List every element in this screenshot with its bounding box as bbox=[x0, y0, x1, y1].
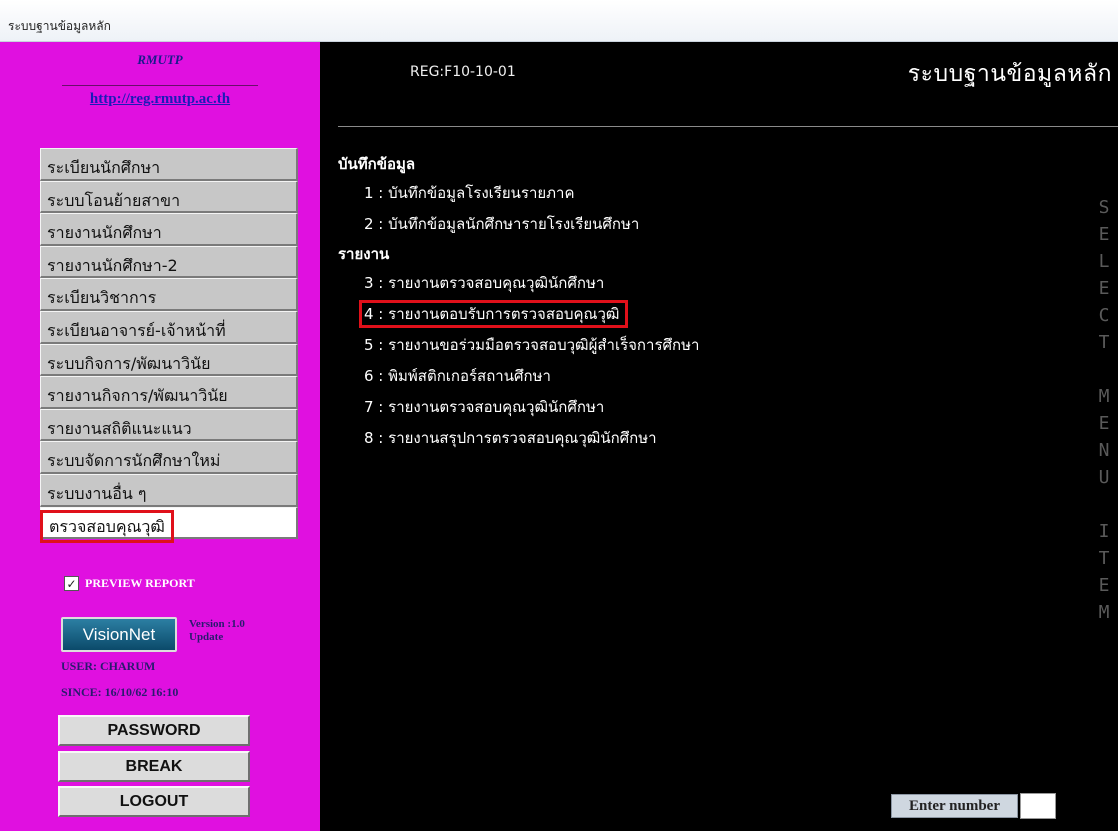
menu-option[interactable]: 5 : รายงานขอร่วมมือตรวจสอบวุฒิผู้สำเร็จก… bbox=[338, 330, 1058, 361]
sidebar-menu-item[interactable]: ระเบียนนักศึกษา bbox=[40, 148, 298, 181]
sidebar-menu-item[interactable]: ระเบียนอาจารย์-เจ้าหน้าที่ bbox=[40, 310, 298, 344]
select-menu-letter: E bbox=[1098, 413, 1110, 434]
section-heading: รายงาน bbox=[338, 245, 390, 263]
sidebar-menu-item[interactable]: รายงานสถิติแนะแนว bbox=[40, 408, 298, 442]
menu-option[interactable]: 8 : รายงานสรุปการตรวจสอบคุณวุฒินักศึกษา bbox=[338, 423, 1058, 454]
menu-option[interactable]: 1 : บันทึกข้อมูลโรงเรียนรายภาค bbox=[338, 178, 1058, 209]
select-menu-letter: T bbox=[1098, 548, 1110, 569]
enter-number-label: Enter number bbox=[891, 794, 1018, 818]
sidebar-menu: ระเบียนนักศึกษาระบบโอนย้ายสาขารายงานนักศ… bbox=[40, 148, 298, 543]
preview-report-option[interactable]: ✓ PREVIEW REPORT bbox=[64, 576, 195, 591]
menu-option-label: 7 : รายงานตรวจสอบคุณวุฒินักศึกษา bbox=[364, 398, 605, 416]
since-label: SINCE: 16/10/62 16:10 bbox=[61, 685, 179, 699]
sidebar-menu-item[interactable]: ตรวจสอบคุณวุฒิ bbox=[40, 506, 298, 543]
sidebar-menu-item[interactable]: รายงานกิจการ/พัฒนาวินัย bbox=[40, 376, 298, 409]
sidebar-menu-item[interactable]: ระบบกิจการ/พัฒนาวินัย bbox=[40, 343, 298, 377]
header-divider bbox=[338, 126, 1118, 127]
window-titlebar: ระบบฐานข้อมูลหลัก bbox=[0, 0, 1118, 42]
brand-divider bbox=[62, 85, 258, 86]
select-menu-letter: M bbox=[1098, 602, 1110, 623]
sidebar-menu-item-label: รายงานนักศึกษา-2 bbox=[47, 255, 178, 275]
menu-option[interactable]: 2 : บันทึกข้อมูลนักศึกษารายโรงเรียนศึกษา bbox=[338, 209, 1058, 240]
preview-report-checkbox[interactable]: ✓ bbox=[64, 576, 79, 591]
menu-option-label: 5 : รายงานขอร่วมมือตรวจสอบวุฒิผู้สำเร็จก… bbox=[364, 336, 700, 354]
sidebar-menu-item-label: รายงานนักศึกษา bbox=[47, 223, 162, 243]
page-title: ระบบฐานข้อมูลหลัก bbox=[907, 61, 1112, 87]
version-info: Version :1.0 Update bbox=[189, 618, 245, 644]
sidebar-menu-item[interactable]: ระบบงานอื่น ๆ bbox=[40, 473, 298, 507]
select-menu-letter: E bbox=[1098, 224, 1110, 245]
menu-option[interactable]: 4 : รายงานตอบรับการตรวจสอบคุณวุฒิ bbox=[338, 299, 1058, 330]
sidebar-menu-item[interactable]: ระบบจัดการนักศึกษาใหม่ bbox=[40, 441, 298, 474]
section-heading: บันทึกข้อมูล bbox=[338, 155, 416, 173]
select-menu-letter: S bbox=[1098, 197, 1110, 218]
select-menu-item-vertical-label: SELECTMENUITEM bbox=[1092, 194, 1116, 626]
password-button[interactable]: PASSWORD bbox=[58, 715, 250, 746]
menu-option-label: 6 : พิมพ์สติกเกอร์สถานศึกษา bbox=[364, 367, 551, 385]
brand-logo-text: RMUTP bbox=[137, 52, 183, 67]
form-code: REG:F10-10-01 bbox=[410, 64, 516, 80]
select-menu-letter: T bbox=[1098, 332, 1110, 353]
sidebar-menu-item-label: ระบบโอนย้ายสาขา bbox=[47, 190, 181, 210]
select-menu-letter: E bbox=[1098, 278, 1110, 299]
menu-option[interactable]: 7 : รายงานตรวจสอบคุณวุฒินักศึกษา bbox=[338, 392, 1058, 423]
sidebar-menu-item-label: ระบบงานอื่น ๆ bbox=[47, 483, 147, 503]
preview-report-label: PREVIEW REPORT bbox=[85, 576, 195, 590]
select-menu-letter: U bbox=[1098, 467, 1110, 488]
sidebar-menu-item-label: ระบบกิจการ/พัฒนาวินัย bbox=[47, 353, 211, 373]
sidebar-menu-item-label: ตรวจสอบคุณวุฒิ bbox=[40, 509, 174, 543]
version-label: Version :1.0 bbox=[189, 618, 245, 630]
main-panel: REG:F10-10-01 ระบบฐานข้อมูลหลัก บันทึกข้… bbox=[320, 42, 1118, 831]
select-menu-letter: I bbox=[1098, 521, 1110, 542]
website-link[interactable]: http://reg.rmutp.ac.th bbox=[42, 91, 278, 108]
menu-option-label: 3 : รายงานตรวจสอบคุณวุฒินักศึกษา bbox=[364, 274, 605, 292]
select-menu-letter: N bbox=[1098, 440, 1110, 461]
sidebar-menu-item[interactable]: ระเบียนวิชาการ bbox=[40, 278, 298, 311]
menu-option-label: 1 : บันทึกข้อมูลโรงเรียนรายภาค bbox=[364, 184, 575, 202]
sidebar-menu-item-label: รายงานสถิติแนะแนว bbox=[47, 418, 192, 438]
user-label: USER: CHARUM bbox=[61, 659, 156, 673]
visionnet-logo: VisionNet bbox=[61, 617, 177, 652]
logout-button[interactable]: LOGOUT bbox=[58, 786, 250, 817]
menu-option[interactable]: 6 : พิมพ์สติกเกอร์สถานศึกษา bbox=[338, 361, 1058, 392]
select-menu-letter: L bbox=[1098, 251, 1110, 272]
sidebar: RMUTP http://reg.rmutp.ac.th ระเบียนนักศ… bbox=[0, 42, 320, 831]
break-button[interactable]: BREAK bbox=[58, 751, 250, 782]
select-menu-letter: E bbox=[1098, 575, 1110, 596]
sidebar-menu-item-label: ระบบจัดการนักศึกษาใหม่ bbox=[47, 451, 221, 471]
sidebar-menu-item-label: รายงานกิจการ/พัฒนาวินัย bbox=[47, 386, 228, 406]
update-label: Update bbox=[189, 631, 224, 643]
enter-number-input[interactable] bbox=[1020, 793, 1056, 819]
window-title: ระบบฐานข้อมูลหลัก bbox=[8, 19, 111, 33]
menu-option-label: 4 : รายงานตอบรับการตรวจสอบคุณวุฒิ bbox=[358, 300, 629, 328]
menu-content: บันทึกข้อมูล 1 : บันทึกข้อมูลโรงเรียนรายภ… bbox=[338, 150, 1058, 454]
menu-option-label: 2 : บันทึกข้อมูลนักศึกษารายโรงเรียนศึกษา bbox=[364, 215, 640, 233]
sidebar-menu-item-label: ระเบียนนักศึกษา bbox=[47, 158, 161, 177]
menu-option[interactable]: 3 : รายงานตรวจสอบคุณวุฒินักศึกษา bbox=[338, 268, 1058, 299]
sidebar-menu-item-label: ระเบียนวิชาการ bbox=[47, 288, 157, 308]
sidebar-menu-item[interactable]: รายงานนักศึกษา-2 bbox=[40, 245, 298, 279]
sidebar-menu-item[interactable]: รายงานนักศึกษา bbox=[40, 213, 298, 246]
select-menu-letter: M bbox=[1098, 386, 1110, 407]
sidebar-menu-item-label: ระเบียนอาจารย์-เจ้าหน้าที่ bbox=[47, 320, 226, 340]
select-menu-letter: C bbox=[1098, 305, 1110, 326]
sidebar-menu-item[interactable]: ระบบโอนย้ายสาขา bbox=[40, 180, 298, 214]
menu-option-label: 8 : รายงานสรุปการตรวจสอบคุณวุฒินักศึกษา bbox=[364, 429, 657, 447]
